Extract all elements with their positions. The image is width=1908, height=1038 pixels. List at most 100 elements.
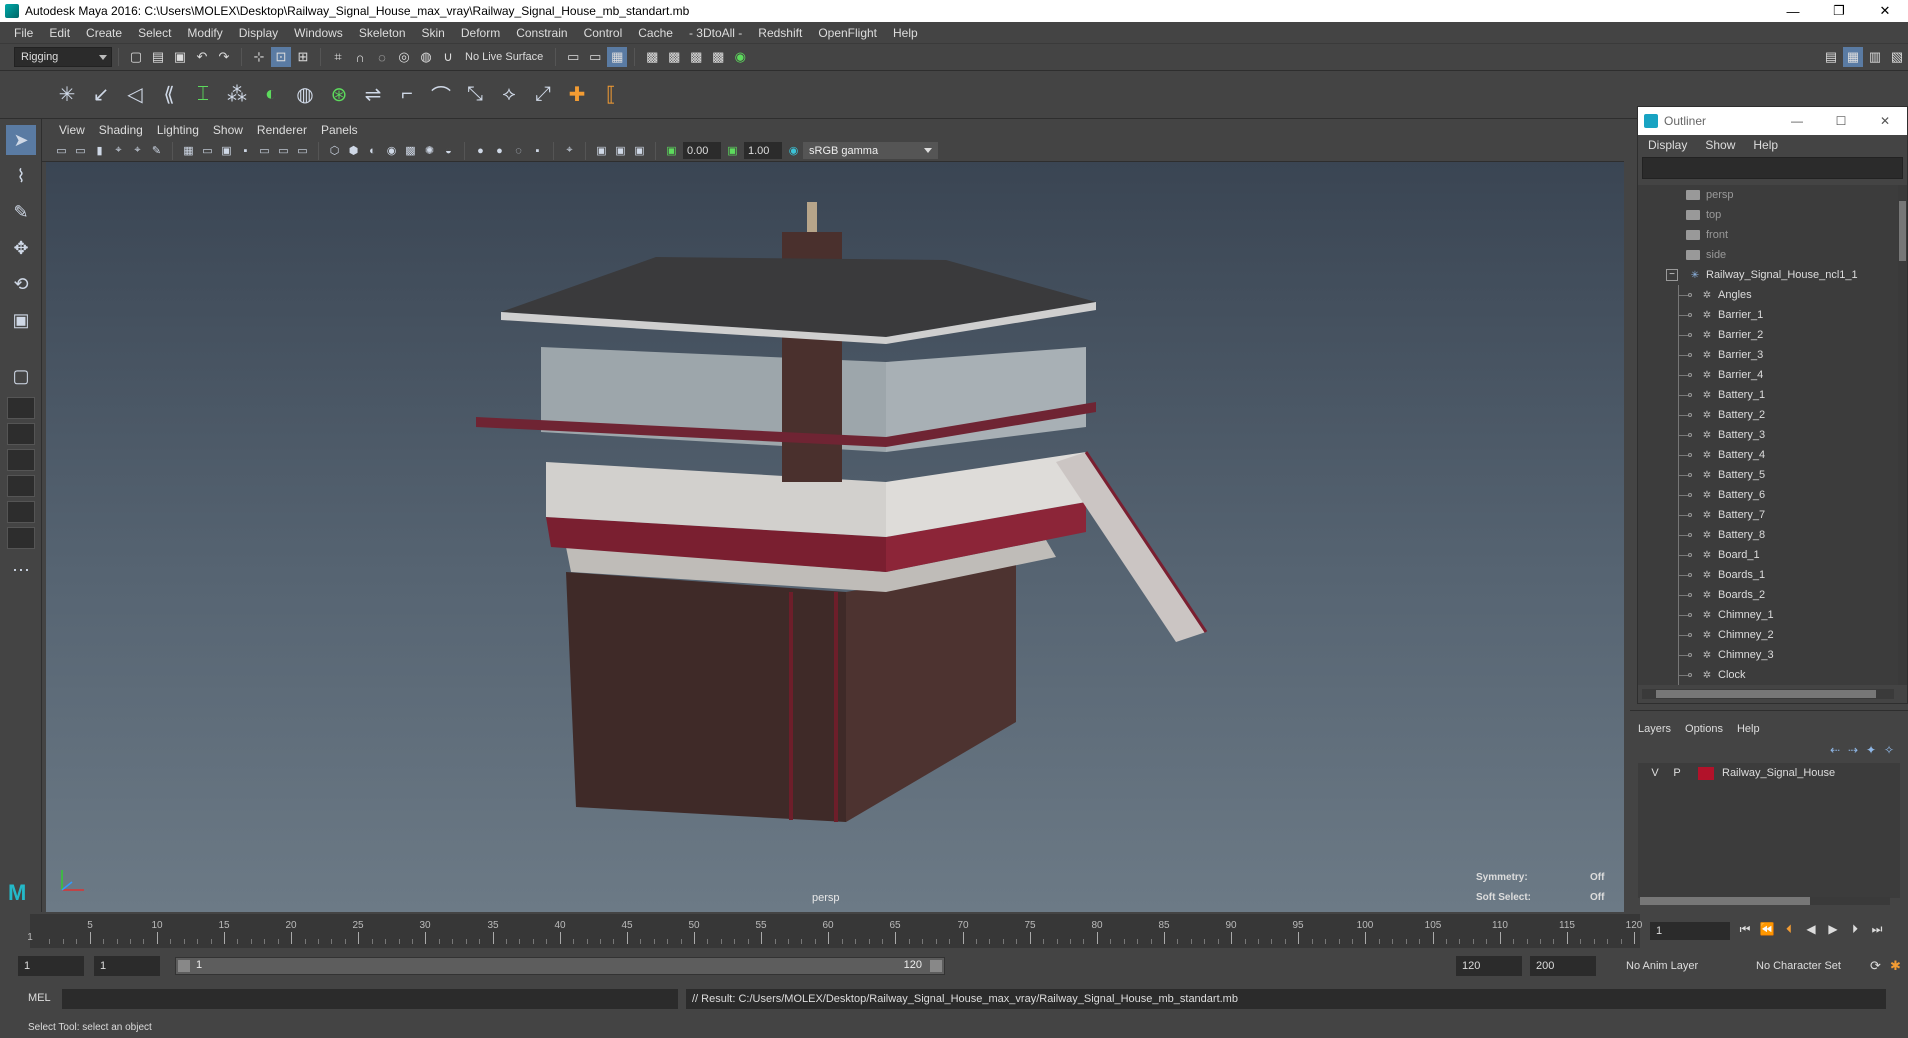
render-globals-icon[interactable]: ◉ [730, 47, 750, 67]
snap-curve-icon[interactable]: ∩ [350, 47, 370, 67]
screen-space-ao-icon[interactable]: ● [472, 142, 489, 159]
viewport-menu-shading[interactable]: Shading [92, 123, 150, 137]
layer-horizontal-scrollbar[interactable] [1640, 897, 1890, 905]
current-frame-field[interactable]: 1 [1650, 922, 1730, 940]
grid-icon[interactable]: ▦ [180, 142, 197, 159]
time-slider-track[interactable]: 1 5 10 15 20 25 30 35 40 45 50 55 60 65 70 75 80 85 90 95 1… [27, 914, 1642, 948]
outliner-item-battery-4[interactable]: ✲ Battery_4 [1638, 445, 1900, 465]
two-view-layout-icon[interactable] [7, 423, 35, 445]
outliner-item-chimney-2[interactable]: ✲ Chimney_2 [1638, 625, 1900, 645]
ik-handle-icon[interactable]: ↙ [86, 77, 116, 113]
outliner-item-front[interactable]: front [1638, 225, 1900, 245]
menu-windows[interactable]: Windows [286, 26, 351, 40]
move-tool-icon[interactable]: ✥ [6, 233, 36, 263]
scale-tool-icon[interactable]: ▣ [6, 305, 36, 335]
outliner-horizontal-scrollbar[interactable] [1642, 689, 1894, 699]
outliner-vertical-scrollbar[interactable] [1898, 185, 1907, 685]
blend-shape-icon[interactable]: ⊛ [324, 77, 354, 113]
play-backwards-icon[interactable]: ◀ [1800, 922, 1822, 937]
outliner-menu-show[interactable]: Show [1705, 138, 1753, 152]
scale-constraint-icon[interactable]: ⤡ [460, 77, 490, 113]
move-layer-down-icon[interactable]: ⇢ [1844, 743, 1862, 757]
depth-of-field-icon[interactable]: ▪ [529, 142, 546, 159]
outliner-item-battery-7[interactable]: ✲ Battery_7 [1638, 505, 1900, 525]
magnet-icon[interactable]: ∪ [438, 47, 458, 67]
attribute-editor-icon[interactable]: ▥ [1865, 47, 1885, 67]
viewport-menu-view[interactable]: View [52, 123, 92, 137]
gamma-icon[interactable]: ▣ [724, 142, 741, 159]
live-surface-label[interactable]: No Live Surface [459, 51, 549, 63]
use-default-material-icon[interactable]: ◐ [364, 142, 381, 159]
select-hierarchy-icon[interactable]: ⊹ [249, 47, 269, 67]
minimize-button[interactable]: — [1770, 0, 1816, 22]
grease-pencil-icon[interactable]: ✎ [148, 142, 165, 159]
undo-icon[interactable]: ↶ [192, 47, 212, 67]
layer-visibility-toggle[interactable]: V [1644, 767, 1666, 779]
maximize-button[interactable]: ❐ [1816, 0, 1862, 22]
smooth-shade-icon[interactable]: ⬢ [345, 142, 362, 159]
playback-end-field[interactable]: 120 [1456, 956, 1522, 976]
bind-skin-icon[interactable]: ⟪ [154, 77, 184, 113]
layer-menu-help[interactable]: Help [1737, 723, 1774, 735]
input-ops-icon[interactable]: ▭ [563, 47, 583, 67]
outliner-minimize-button[interactable]: — [1775, 114, 1819, 128]
field-chart-icon[interactable]: ▭ [256, 142, 273, 159]
color-management-icon[interactable]: ◉ [785, 142, 802, 159]
tool-settings-icon[interactable]: ▧ [1887, 47, 1907, 67]
orient-constraint-icon[interactable]: ⌒ [426, 77, 456, 113]
wireframe-on-shaded-icon[interactable]: ◉ [383, 142, 400, 159]
anim-layer-dropdown[interactable]: No Anim Layer [1620, 956, 1740, 976]
xray-icon[interactable]: ▣ [593, 142, 610, 159]
menu-edit[interactable]: Edit [41, 26, 78, 40]
outliner-item-top[interactable]: top [1638, 205, 1900, 225]
ik-spline-icon[interactable]: ◁ [120, 77, 150, 113]
outliner-close-button[interactable]: ✕ [1863, 114, 1907, 128]
outliner-item-battery-5[interactable]: ✲ Battery_5 [1638, 465, 1900, 485]
wireframe-icon[interactable]: ⬡ [326, 142, 343, 159]
menu-skeleton[interactable]: Skeleton [351, 26, 414, 40]
parent-constraint-icon[interactable]: ⟡ [494, 77, 524, 113]
hypershade-icon[interactable]: ▩ [708, 47, 728, 67]
use-all-lights-icon[interactable]: ✺ [421, 142, 438, 159]
snap-point-icon[interactable]: ◌ [372, 47, 392, 67]
select-component-icon[interactable]: ⊞ [293, 47, 313, 67]
exposure-icon[interactable]: ▣ [663, 142, 680, 159]
shadows-icon[interactable]: ◒ [440, 142, 457, 159]
new-scene-icon[interactable]: ▢ [126, 47, 146, 67]
step-forward-frame-icon[interactable]: ⏵ [1844, 922, 1866, 937]
scroll-thumb[interactable] [1899, 201, 1906, 261]
gate-mask-icon[interactable]: ▪ [237, 142, 254, 159]
isolate-select-icon[interactable]: ⌖ [561, 142, 578, 159]
step-back-key-icon[interactable]: ⏪ [1756, 922, 1778, 937]
character-set-dropdown[interactable]: No Character Set [1750, 956, 1870, 976]
lasso-tool-icon[interactable]: ⌇ [6, 161, 36, 191]
paint-select-icon[interactable]: ✎ [6, 197, 36, 227]
channel-box-icon[interactable]: ▦ [1843, 47, 1863, 67]
outliner-layout-icon[interactable] [7, 449, 35, 471]
outliner-item-clock[interactable]: ✲ Clock [1638, 665, 1900, 685]
time-slider[interactable]: 1 5 10 15 20 25 30 35 40 45 50 55 60 65 70 75 80 85 90 95 1… [0, 912, 1908, 948]
preferences-icon[interactable]: ✱ [1890, 958, 1901, 974]
pole-vector-icon[interactable]: ⤢ [528, 77, 558, 113]
view-transform-dropdown[interactable]: sRGB gamma [803, 142, 938, 159]
close-button[interactable]: ✕ [1862, 0, 1908, 22]
outliner-item-side[interactable]: side [1638, 245, 1900, 265]
menu-help[interactable]: Help [885, 26, 926, 40]
select-camera-icon[interactable]: ▭ [53, 142, 70, 159]
camera-attributes-icon[interactable]: ▭ [72, 142, 89, 159]
resolution-gate-icon[interactable]: ▣ [218, 142, 235, 159]
wrap-deformer-icon[interactable]: ◍ [290, 77, 320, 113]
viewport-menu-panels[interactable]: Panels [314, 123, 365, 137]
render-settings-icon[interactable]: ▩ [686, 47, 706, 67]
layer-color-swatch[interactable] [1698, 766, 1714, 780]
move-layer-up-icon[interactable]: ⇠ [1826, 743, 1844, 757]
outliner-item-battery-3[interactable]: ✲ Battery_3 [1638, 425, 1900, 445]
layer-menu-layers[interactable]: Layers [1638, 723, 1685, 735]
menu-3dtoall[interactable]: - 3DtoAll - [681, 26, 750, 40]
custom-layout-icon[interactable] [7, 527, 35, 549]
outliner-search-input[interactable] [1642, 157, 1903, 179]
animation-end-field[interactable]: 200 [1530, 956, 1596, 976]
cluster-icon[interactable]: ⁂ [222, 77, 252, 113]
outliner-maximize-button[interactable]: ☐ [1819, 114, 1863, 128]
outliner-item-board-1[interactable]: ✲ Board_1 [1638, 545, 1900, 565]
